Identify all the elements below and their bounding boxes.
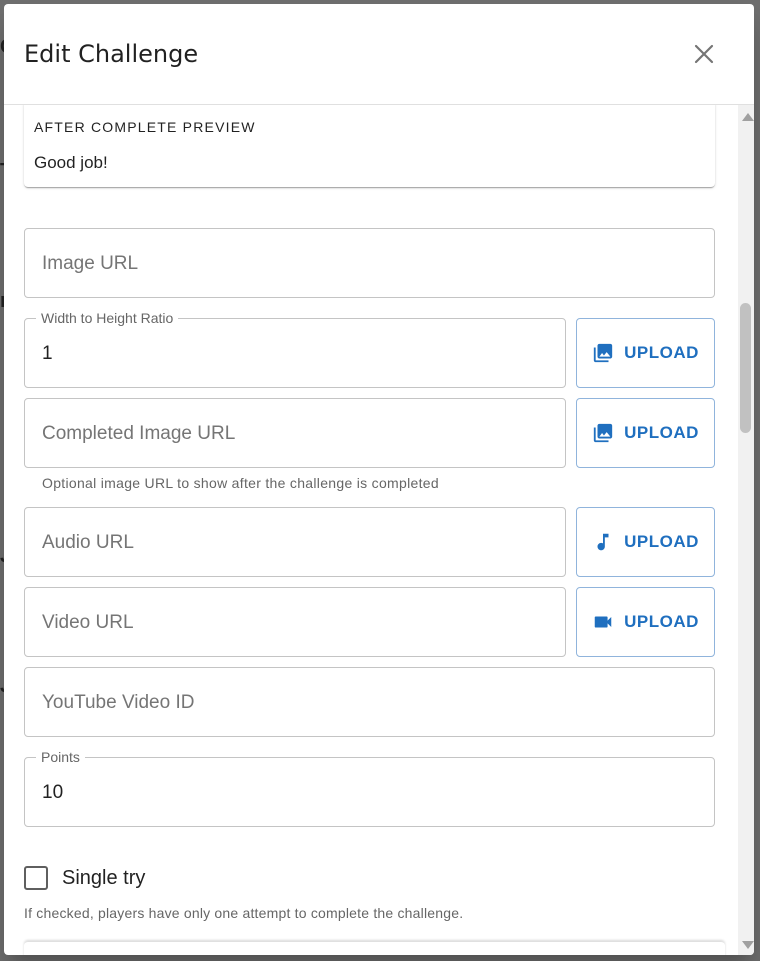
after-complete-preview-card: AFTER COMPLETE PREVIEW Good job! [24,105,715,187]
preview-text: Good job! [34,153,108,172]
music-note-icon [597,533,609,551]
dialog-header: Edit Challenge [4,4,754,105]
audio-url-field[interactable]: Audio URL [24,507,566,577]
upload-label: UPLOAD [624,612,699,631]
single-try-checkbox[interactable] [24,866,48,890]
completed-image-upload-button[interactable]: UPLOAD [576,398,715,468]
close-button[interactable] [684,34,724,74]
points-value: 10 [42,782,64,803]
youtube-video-id-field[interactable]: YouTube Video ID [24,667,715,737]
ratio-value: 1 [42,343,53,364]
video-url-placeholder: Video URL [42,612,134,633]
preview-label: AFTER COMPLETE PREVIEW [34,119,256,135]
completed-image-url-placeholder: Completed Image URL [42,423,236,444]
ratio-field[interactable]: Width to Height Ratio 1 [24,310,566,388]
image-url-field[interactable]: Image URL [24,228,715,298]
scrollbar[interactable] [738,105,754,955]
ratio-label: Width to Height Ratio [36,310,179,326]
image-icon [593,423,613,443]
upload-label: UPLOAD [624,423,699,442]
next-section-card [24,941,725,955]
dialog-title: Edit Challenge [24,40,199,68]
audio-upload-button[interactable]: UPLOAD [576,507,715,577]
edit-challenge-dialog: Edit Challenge AFTER COMPLETE PREVIEW Go… [4,4,754,955]
single-try-helper-text: If checked, players have only one attemp… [24,905,464,921]
single-try-checkbox-row[interactable]: Single try [24,863,145,893]
youtube-video-id-placeholder: YouTube Video ID [42,692,195,713]
close-icon [694,44,714,64]
upload-label: UPLOAD [624,343,699,362]
single-try-label: Single try [62,866,146,889]
image-icon [593,343,613,363]
scroll-up-arrow-icon[interactable] [742,113,754,121]
points-field[interactable]: Points 10 [24,749,715,827]
video-upload-button[interactable]: UPLOAD [576,587,715,657]
audio-url-placeholder: Audio URL [42,532,134,553]
completed-image-helper-text: Optional image URL to show after the cha… [42,475,439,491]
videocam-icon [594,616,612,628]
upload-label: UPLOAD [624,532,699,551]
image-url-placeholder: Image URL [42,253,139,274]
dialog-content: AFTER COMPLETE PREVIEW Good job! Image U… [4,105,739,955]
points-label: Points [36,749,85,765]
scroll-down-arrow-icon[interactable] [742,941,754,949]
image-upload-button[interactable]: UPLOAD [576,318,715,388]
completed-image-url-field[interactable]: Completed Image URL [24,398,566,468]
scrollbar-thumb[interactable] [740,303,751,433]
video-url-field[interactable]: Video URL [24,587,566,657]
